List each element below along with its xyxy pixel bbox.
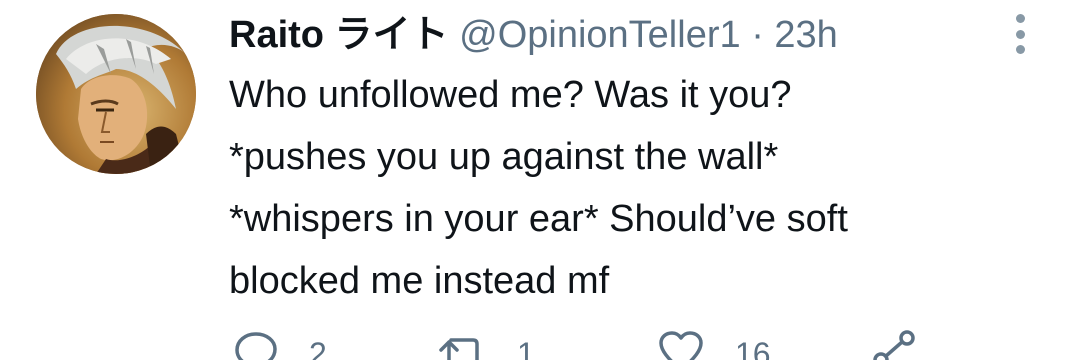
tweet-actions: 2 1 16 — [229, 330, 949, 360]
more-vertical-icon[interactable] — [1010, 14, 1030, 54]
tweet-text-line: *whispers in your ear* Should’ve soft — [229, 198, 848, 240]
retweet-button[interactable]: 1 — [437, 330, 535, 360]
avatar-image — [36, 14, 196, 174]
more-dot — [1015, 45, 1025, 54]
like-count: 16 — [735, 336, 771, 360]
like-button[interactable]: 16 — [657, 330, 771, 360]
author-display-name[interactable]: Raito ライト — [229, 14, 449, 56]
tweet-timestamp[interactable]: 23h — [774, 14, 837, 56]
more-dot — [1015, 29, 1025, 39]
tweet-header: Raito ライト @OpinionTeller1 · 23h — [229, 12, 838, 58]
reply-button[interactable]: 2 — [233, 330, 327, 360]
author-handle[interactable]: @OpinionTeller1 — [459, 14, 741, 56]
tweet-text-line: blocked me instead mf — [229, 260, 610, 302]
more-dot — [1015, 14, 1025, 23]
share-icon — [873, 330, 915, 360]
tweet[interactable]: Raito ライト @OpinionTeller1 · 23h Who unfo… — [0, 0, 1080, 360]
reply-icon — [235, 332, 277, 360]
retweet-count: 1 — [517, 336, 535, 360]
tweet-text-line: *pushes you up against the wall* — [229, 136, 779, 178]
share-button[interactable] — [869, 330, 919, 360]
reply-count: 2 — [309, 336, 327, 360]
retweet-icon — [439, 338, 479, 360]
heart-icon — [659, 331, 703, 360]
tweet-text-line: Who unfollowed me? Was it you? — [229, 74, 792, 116]
avatar[interactable] — [36, 14, 196, 174]
header-separator: · — [751, 14, 764, 56]
tweet-text: Who unfollowed me? Was it you? *pushes y… — [229, 64, 1029, 312]
